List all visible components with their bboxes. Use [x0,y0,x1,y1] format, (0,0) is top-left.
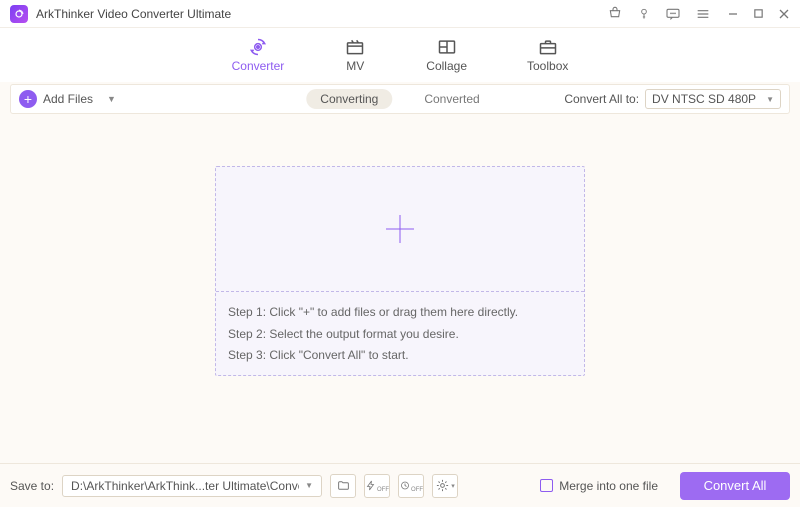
converter-icon [247,37,269,57]
toolbar: + Add Files ▼ Converting Converted Conve… [10,84,790,114]
tab-label: MV [346,59,364,73]
chevron-down-icon: ▼ [107,94,116,104]
tab-collage[interactable]: Collage [426,37,467,73]
merge-label: Merge into one file [559,479,658,493]
tab-mv[interactable]: MV [344,37,366,73]
titlebar: ArkThinker Video Converter Ultimate [0,0,800,28]
step-2: Step 2: Select the output format you des… [228,324,572,346]
app-logo [10,5,28,23]
chevron-down-icon: ▼ [766,95,774,104]
save-to-label: Save to: [10,479,54,493]
app-title: ArkThinker Video Converter Ultimate [36,7,607,21]
tab-converting[interactable]: Converting [306,89,392,109]
merge-checkbox[interactable]: Merge into one file [540,479,658,493]
convert-all-button[interactable]: Convert All [680,472,790,500]
save-path-select[interactable]: D:\ArkThinker\ArkThink...ter Ultimate\Co… [62,475,322,497]
dropzone-add-area[interactable] [216,167,584,292]
collage-icon [436,37,458,57]
dropzone[interactable]: Step 1: Click "+" to add files or drag t… [215,166,585,376]
instructions: Step 1: Click "+" to add files or drag t… [216,292,584,375]
status-tabs: Converting Converted [306,89,493,109]
mv-icon [344,37,366,57]
open-folder-button[interactable] [330,474,356,498]
plus-icon: + [19,90,37,108]
main-tabs: Converter MV Collage Toolbox [0,28,800,82]
tab-label: Collage [426,59,467,73]
add-files-button[interactable]: + Add Files ▼ [19,90,116,108]
tab-label: Toolbox [527,59,568,73]
minimize-button[interactable] [727,8,739,20]
high-speed-button[interactable]: OFF [398,474,424,498]
feedback-icon[interactable] [665,6,681,22]
add-files-label: Add Files [43,92,93,106]
maximize-button[interactable] [753,8,764,19]
tab-converter[interactable]: Converter [232,37,285,73]
key-icon[interactable] [637,6,651,22]
tab-label: Converter [232,59,285,73]
step-1: Step 1: Click "+" to add files or drag t… [228,302,572,324]
menu-icon[interactable] [695,6,711,22]
toolbox-icon [537,37,559,57]
chevron-down-icon: ▼ [305,481,313,490]
settings-button[interactable]: ▾ [432,474,458,498]
footer: Save to: D:\ArkThinker\ArkThink...ter Ul… [0,463,800,507]
big-plus-icon [380,209,420,249]
checkbox-icon [540,479,553,492]
tab-converted[interactable]: Converted [410,89,493,109]
output-format-select[interactable]: DV NTSC SD 480P ▼ [645,89,781,109]
format-value: DV NTSC SD 480P [652,92,756,106]
tab-toolbox[interactable]: Toolbox [527,37,568,73]
hardware-accel-button[interactable]: OFF [364,474,390,498]
main-area: Step 1: Click "+" to add files or drag t… [0,114,800,376]
convert-all-to-label: Convert All to: [564,92,639,106]
step-3: Step 3: Click "Convert All" to start. [228,345,572,367]
close-button[interactable] [778,8,790,20]
save-path-value: D:\ArkThinker\ArkThink...ter Ultimate\Co… [71,479,299,493]
cart-icon[interactable] [607,6,623,22]
